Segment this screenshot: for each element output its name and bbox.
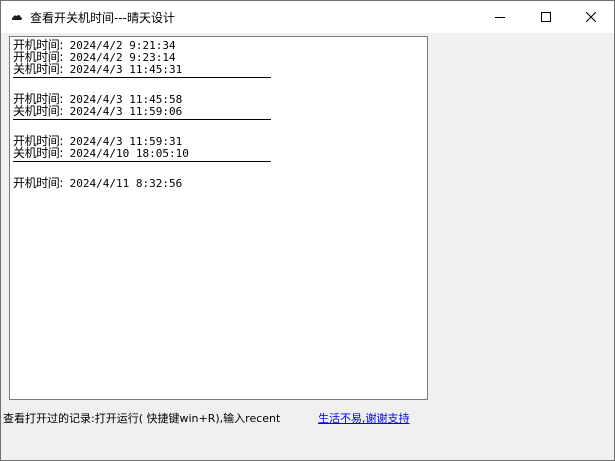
window-title: 查看开关机时间---晴天设计 xyxy=(30,11,175,25)
separator-line xyxy=(13,117,423,130)
log-line: 关机时间: 2024/4/3 11:45:31 xyxy=(13,62,183,76)
separator-line xyxy=(13,75,423,88)
app-window: 查看开关机时间---晴天设计 开机时间: 2024/4/2 9:21:34 开机… xyxy=(0,0,615,461)
maximize-button[interactable] xyxy=(523,1,569,33)
cloud-icon xyxy=(11,15,22,20)
client-area: 开机时间: 2024/4/2 9:21:34 开机时间: 2024/4/2 9:… xyxy=(1,33,614,460)
minimize-icon xyxy=(495,17,505,18)
log-textbox[interactable]: 开机时间: 2024/4/2 9:21:34 开机时间: 2024/4/2 9:… xyxy=(9,36,428,400)
log-line: 开机时间: 2024/4/3 11:45:58 xyxy=(13,92,183,106)
maximize-icon xyxy=(541,12,551,22)
log-line: 关机时间: 2024/4/10 18:05:10 xyxy=(13,146,189,160)
log-line: 开机时间: 2024/4/2 9:21:34 xyxy=(13,38,176,52)
log-line: 开机时间: 2024/4/3 11:59:31 xyxy=(13,134,183,148)
separator-line xyxy=(13,159,423,172)
close-button[interactable] xyxy=(568,1,614,33)
recent-hint-text: 查看打开过的记录:打开运行( 快捷键win+R),输入recent xyxy=(3,412,281,425)
log-content: 开机时间: 2024/4/2 9:21:34 开机时间: 2024/4/2 9:… xyxy=(13,38,423,190)
log-line: 开机时间: 2024/4/2 9:23:14 xyxy=(13,50,176,64)
log-line: 开机时间: 2024/4/11 8:32:56 xyxy=(13,176,183,190)
support-link[interactable]: 生活不易,谢谢支持 xyxy=(318,410,410,426)
close-icon xyxy=(586,12,596,22)
log-line: 关机时间: 2024/4/3 11:59:06 xyxy=(13,104,183,118)
minimize-button[interactable] xyxy=(477,1,523,33)
title-bar[interactable]: 查看开关机时间---晴天设计 xyxy=(1,1,614,33)
